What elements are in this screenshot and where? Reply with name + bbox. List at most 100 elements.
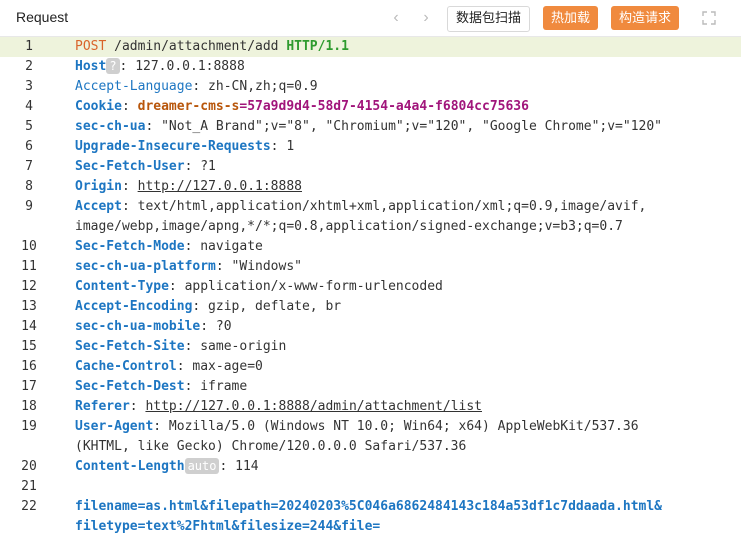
code-line: 12 Content-Type: application/x-www-form-… (0, 277, 741, 297)
header-value: : max-age=0 (176, 359, 263, 374)
code-line-wrap: image/webp,image/apng,*/*;q=0.8,applicat… (0, 217, 741, 237)
header-key: sec-ch-ua (75, 119, 146, 134)
cookie-name: dreamer-cms-s (137, 99, 240, 114)
code-line: 17 Sec-Fetch-Dest: iframe (0, 377, 741, 397)
header-key: Host (75, 59, 107, 74)
header-value: : "Not_A Brand";v="8", "Chromium";v="120… (145, 119, 663, 134)
header-key: User-Agent (75, 419, 154, 434)
line-number: 14 (21, 319, 37, 334)
line-number: 4 (25, 99, 33, 114)
code-line: 4 Cookie: dreamer-cms-s=57a9d9d4-58d7-41… (0, 97, 741, 117)
header-key: Content-Type (75, 279, 169, 294)
help-badge[interactable]: ? (106, 58, 120, 74)
hot-load-button[interactable]: 热加载 (543, 6, 599, 30)
line-number: 6 (25, 139, 33, 154)
separator: : (121, 179, 138, 194)
request-editor[interactable]: 1 POST /admin/attachment/add HTTP/1.1 2 … (0, 37, 741, 551)
code-line: 16 Cache-Control: max-age=0 (0, 357, 741, 377)
header-key: Cache-Control (75, 359, 177, 374)
line-number: 19 (21, 419, 37, 434)
line-number: 11 (21, 259, 37, 274)
header-key: sec-ch-ua-platform (75, 259, 216, 274)
header-key: sec-ch-ua-mobile (75, 319, 201, 334)
panel-title: Request (16, 9, 69, 25)
header-value-continued: image/webp,image/apng,*/*;q=0.8,applicat… (75, 219, 623, 234)
request-body: filename=as.html&filepath=20240203%5C046… (75, 499, 662, 514)
header-key: Cookie (75, 99, 122, 114)
header-key: Sec-Fetch-Dest (75, 379, 185, 394)
header-value: : iframe (184, 379, 248, 394)
line-number: 10 (21, 239, 37, 254)
header-key: Accept-Encoding (75, 299, 193, 314)
chevron-left-icon[interactable]: ‹ (389, 9, 403, 27)
code-line: 19 User-Agent: Mozilla/5.0 (Windows NT 1… (0, 417, 741, 437)
code-line: 13 Accept-Encoding: gzip, deflate, br (0, 297, 741, 317)
code-line: 20 Content-Length auto: 114 (0, 457, 741, 477)
line-number: 21 (21, 479, 37, 494)
line-number: 15 (21, 339, 37, 354)
line-number: 18 (21, 399, 37, 414)
header-value: : "Windows" (215, 259, 302, 274)
build-request-button[interactable]: 构造请求 (611, 6, 680, 30)
code-line: 15 Sec-Fetch-Site: same-origin (0, 337, 741, 357)
packet-scan-button[interactable]: 数据包扫描 (447, 6, 531, 32)
header-value: : ?0 (200, 319, 232, 334)
header-value: : navigate (184, 239, 263, 254)
header-key: Upgrade-Insecure-Requests (75, 139, 271, 154)
request-body-continued: filetype=text%2Fhtml&filesize=244&file= (75, 519, 381, 534)
line-number: 12 (21, 279, 37, 294)
header-value: : ?1 (184, 159, 216, 174)
cookie-value: =57a9d9d4-58d7-4154-a4a4-f6804cc75636 (239, 99, 529, 114)
header-key: Accept (75, 199, 122, 214)
header-key: Accept-Language (75, 79, 193, 94)
code-line: 14 sec-ch-ua-mobile: ?0 (0, 317, 741, 337)
separator: : (129, 399, 146, 414)
code-line: 18 Referer: http://127.0.0.1:8888/admin/… (0, 397, 741, 417)
header-value: : 114 (219, 459, 259, 474)
line-number: 7 (25, 159, 33, 174)
line-number: 16 (21, 359, 37, 374)
header-key: Sec-Fetch-User (75, 159, 185, 174)
http-method: POST (75, 39, 107, 54)
header-key: Sec-Fetch-Site (75, 339, 185, 354)
header-key: Referer (75, 399, 130, 414)
header-value: : application/x-www-form-urlencoded (168, 279, 443, 294)
header-value: : zh-CN,zh;q=0.9 (192, 79, 318, 94)
code-line-wrap: filetype=text%2Fhtml&filesize=244&file= (0, 517, 741, 537)
code-line: 2 Host?: 127.0.0.1:8888 (0, 57, 741, 77)
line-number: 3 (25, 79, 33, 94)
code-line: 3 Accept-Language: zh-CN,zh;q=0.9 (0, 77, 741, 97)
line-number: 9 (25, 199, 33, 214)
code-line: 8 Origin: http://127.0.0.1:8888 (0, 177, 741, 197)
line-number: 1 (25, 39, 33, 54)
line-number: 20 (21, 459, 37, 474)
code-line: 21 (0, 477, 741, 497)
header-key: Content-Length (75, 459, 185, 474)
code-line: 5 sec-ch-ua: "Not_A Brand";v="8", "Chrom… (0, 117, 741, 137)
code-line-wrap: (KHTML, like Gecko) Chrome/120.0.0.0 Saf… (0, 437, 741, 457)
header-key: Sec-Fetch-Mode (75, 239, 185, 254)
code-line: 22 filename=as.html&filepath=20240203%5C… (0, 497, 741, 517)
separator: : (121, 99, 138, 114)
header-value: : 1 (270, 139, 295, 154)
request-path: /admin/attachment/add (106, 39, 287, 54)
line-number: 5 (25, 119, 33, 134)
code-line: 7 Sec-Fetch-User: ?1 (0, 157, 741, 177)
header-value-continued: (KHTML, like Gecko) Chrome/120.0.0.0 Saf… (75, 439, 467, 454)
header-value: : 127.0.0.1:8888 (119, 59, 245, 74)
code-line: 9 Accept: text/html,application/xhtml+xm… (0, 197, 741, 217)
header-value: : Mozilla/5.0 (Windows NT 10.0; Win64; x… (153, 419, 639, 434)
header-key: Origin (75, 179, 122, 194)
expand-icon[interactable] (701, 10, 717, 26)
code-line: 6 Upgrade-Insecure-Requests: 1 (0, 137, 741, 157)
referer-url-link[interactable]: http://127.0.0.1:8888/admin/attachment/l… (145, 399, 482, 414)
code-line: 10 Sec-Fetch-Mode: navigate (0, 237, 741, 257)
header-value: : gzip, deflate, br (192, 299, 342, 314)
line-number: 8 (25, 179, 33, 194)
chevron-right-icon[interactable]: › (419, 9, 433, 27)
line-number: 13 (21, 299, 37, 314)
line-number: 22 (21, 499, 37, 514)
http-version: HTTP/1.1 (286, 39, 349, 54)
origin-url-link[interactable]: http://127.0.0.1:8888 (138, 179, 302, 194)
auto-badge[interactable]: auto (184, 458, 220, 474)
